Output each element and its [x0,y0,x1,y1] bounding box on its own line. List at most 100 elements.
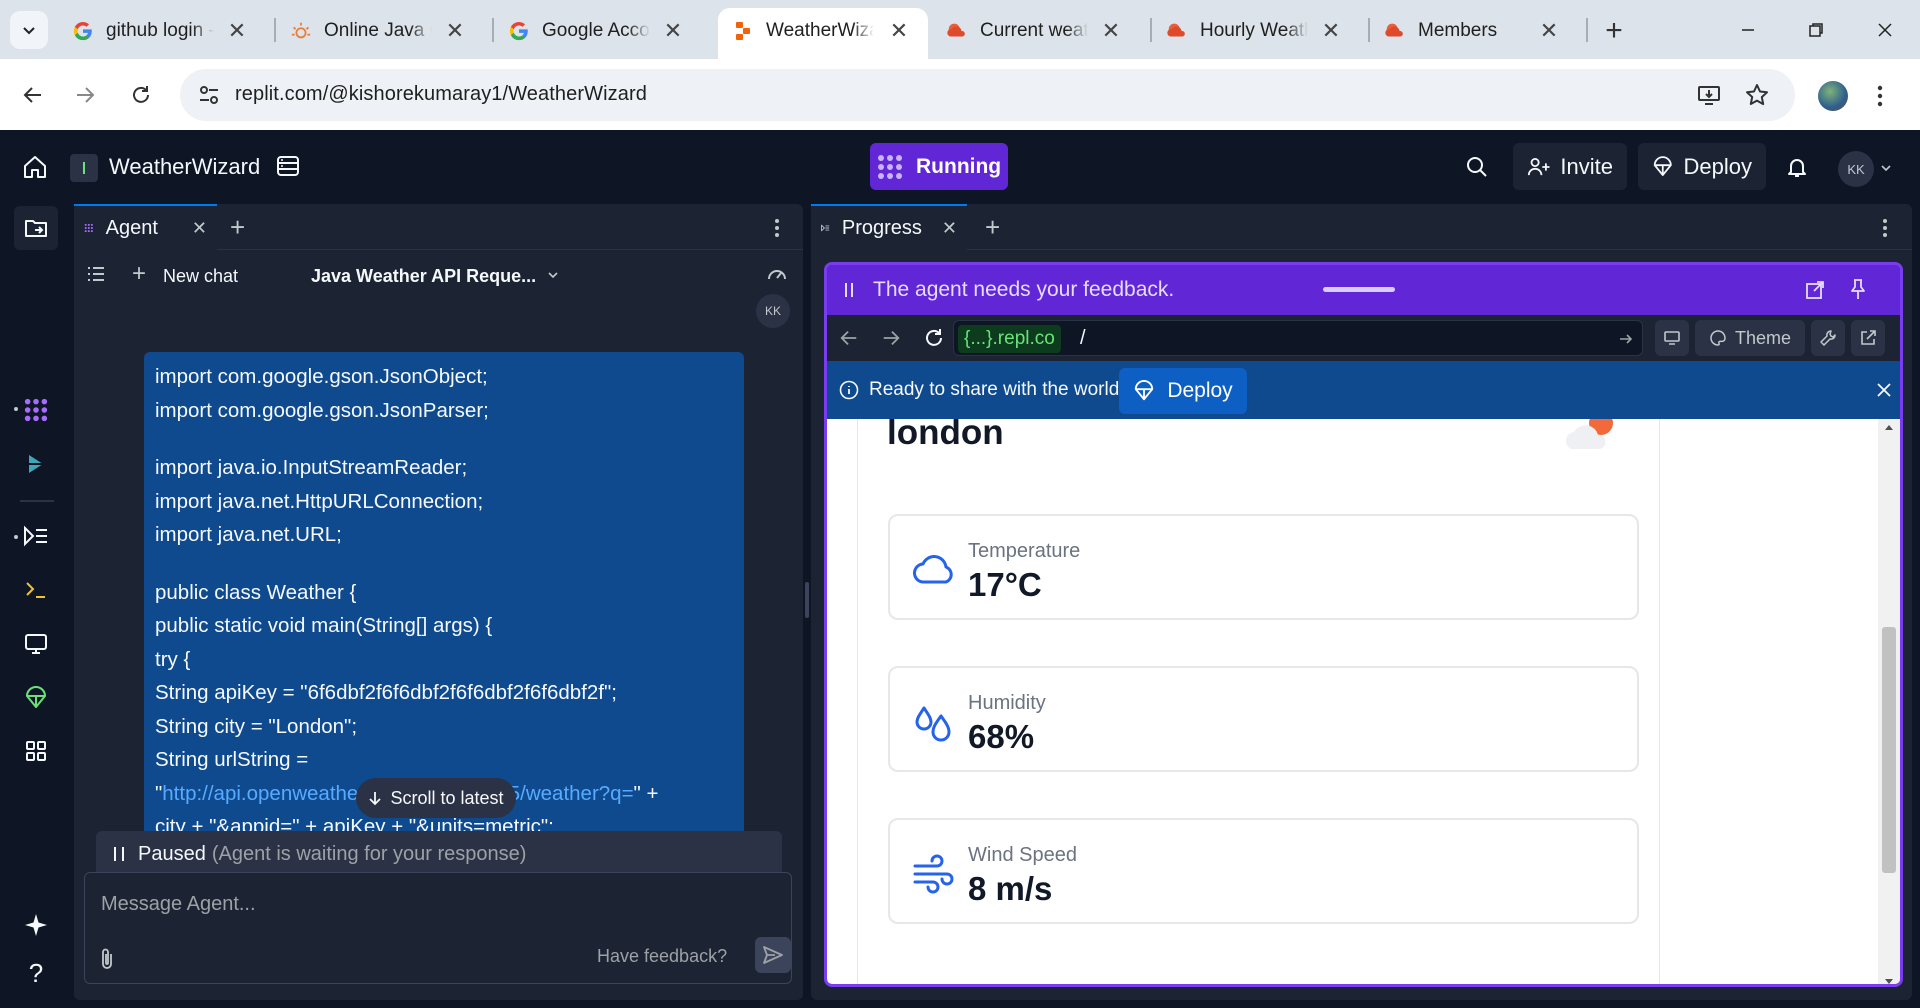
expand-icon[interactable] [1805,280,1825,300]
restore-button[interactable] [1791,10,1841,50]
new-chat-button[interactable]: New chat [163,266,238,287]
browser-tab[interactable]: Members ✕ [1370,8,1578,59]
run-status-button[interactable]: Running [870,143,1008,190]
agent-tool-button[interactable] [14,388,58,432]
deploy-now-button[interactable]: Deploy [1119,368,1247,414]
ai-sparkle-button[interactable] [14,903,58,947]
close-tab-icon[interactable]: ✕ [1320,18,1342,43]
add-tab-button[interactable]: + [230,212,245,243]
webview-domain[interactable]: {...}.repl.co [958,325,1061,353]
repl-name[interactable]: WeatherWizard [109,154,260,180]
close-tab-icon[interactable]: ✕ [942,218,957,239]
theme-button[interactable]: Theme [1695,320,1805,356]
close-tab-icon[interactable]: ✕ [192,218,207,239]
chevron-down-icon[interactable] [1880,162,1892,174]
help-button[interactable]: ? [14,951,58,995]
webview-scrollbar[interactable] [1878,419,1900,986]
scroll-up-icon[interactable] [1884,423,1894,431]
go-arrow-icon[interactable] [1618,331,1634,347]
site-settings-icon[interactable] [198,84,220,106]
webview-path[interactable]: / [1080,327,1086,350]
message-composer[interactable]: Message Agent... Have feedback? [84,872,792,984]
more-vertical-icon[interactable] [774,218,780,238]
pin-icon[interactable] [1849,278,1867,300]
drag-handle[interactable] [1323,287,1395,292]
home-icon [24,156,46,178]
chat-title[interactable]: Java Weather API Reque... [311,266,536,287]
profile-avatar[interactable] [1818,81,1848,111]
tab-agent[interactable]: Agent ✕ [74,204,217,250]
reload-icon[interactable] [923,327,945,349]
shell-tool-button[interactable] [14,568,58,612]
browser-tab[interactable]: Hourly Weath ✕ [1152,8,1360,59]
bookmark-star-icon[interactable] [1745,83,1769,107]
chat-history-icon[interactable] [86,265,106,283]
tab-title: Current weath [980,20,1088,41]
file-tree-toggle-button[interactable] [14,206,58,250]
progress-tool-button[interactable] [14,514,58,558]
agent-grid-icon [24,398,48,422]
progress-pane-tabbar: Progress ✕ + [811,204,1912,250]
search-button[interactable] [1465,155,1489,179]
repl-info-button[interactable] [275,153,301,179]
browser-tab-active[interactable]: WeatherWizar ✕ [718,8,928,59]
plus-icon[interactable]: + [132,260,146,288]
install-app-icon[interactable] [1697,83,1721,107]
tab-search-button[interactable] [10,11,48,49]
arrow-left-icon [23,87,41,103]
message-input[interactable]: Message Agent... [101,893,256,916]
add-tab-button[interactable]: + [985,212,1000,243]
scroll-to-latest-button[interactable]: Scroll to latest [356,778,516,818]
feedback-link[interactable]: Have feedback? [597,946,727,967]
more-vertical-icon[interactable] [1876,84,1884,108]
close-tab-icon[interactable]: ✕ [226,18,248,43]
weather-cloud-icon [1384,20,1406,42]
close-tab-icon[interactable]: ✕ [1100,18,1122,43]
paperclip-icon[interactable] [99,947,115,971]
scroll-down-icon[interactable] [1884,978,1894,986]
close-tab-icon[interactable]: ✕ [888,18,910,43]
close-icon[interactable] [1876,382,1892,398]
home-button[interactable] [22,154,48,180]
back-button[interactable] [14,76,52,114]
address-bar[interactable]: replit.com/@kishorekumaray1/WeatherWizar… [180,69,1795,121]
browser-tab[interactable]: github login - ✕ [58,8,266,59]
notifications-button[interactable] [1785,155,1809,179]
external-link-icon [1861,330,1876,345]
devtools-button[interactable] [1811,320,1845,356]
minimize-button[interactable] [1723,10,1773,50]
assistant-tool-button[interactable] [14,442,58,486]
close-window-button[interactable] [1860,10,1910,50]
tab-progress[interactable]: Progress ✕ [811,204,967,250]
pane-resize-handle[interactable] [805,582,809,618]
close-tab-icon[interactable]: ✕ [444,18,466,43]
speed-gauge-icon[interactable] [766,264,788,282]
open-new-tab-button[interactable] [1851,320,1885,356]
webview-tool-button[interactable] [14,622,58,666]
url-text[interactable]: replit.com/@kishorekumaray1/WeatherWizar… [235,83,647,106]
close-tab-icon[interactable]: ✕ [1538,18,1560,43]
reload-button[interactable] [122,76,160,114]
browser-tab[interactable]: Google Accou ✕ [494,8,702,59]
user-avatar[interactable]: KK [1838,151,1874,187]
code-line: import java.io.InputStreamReader; [155,456,468,479]
close-tab-icon[interactable]: ✕ [662,18,684,43]
all-tools-button[interactable] [14,729,58,773]
browser-tab[interactable]: Current weath ✕ [932,8,1140,59]
forward-button[interactable] [66,76,104,114]
arrow-right-icon[interactable] [881,328,901,348]
scrollbar-thumb[interactable] [1882,627,1896,873]
more-vertical-icon[interactable] [1882,218,1888,238]
arrow-left-icon[interactable] [839,328,859,348]
chevron-down-icon[interactable] [547,270,559,280]
google-g-icon [72,20,94,42]
deploy-button[interactable]: Deploy [1638,143,1766,190]
browser-tab[interactable]: Online Java Co ✕ [276,8,484,59]
device-preview-button[interactable] [1655,320,1689,356]
send-button[interactable] [755,937,791,973]
deployments-tool-button[interactable] [14,676,58,720]
new-tab-button[interactable]: + [1597,14,1631,48]
invite-button[interactable]: Invite [1513,143,1627,190]
webview-url-bar[interactable]: {...}.repl.co / [953,320,1643,356]
monitor-icon [25,634,47,654]
